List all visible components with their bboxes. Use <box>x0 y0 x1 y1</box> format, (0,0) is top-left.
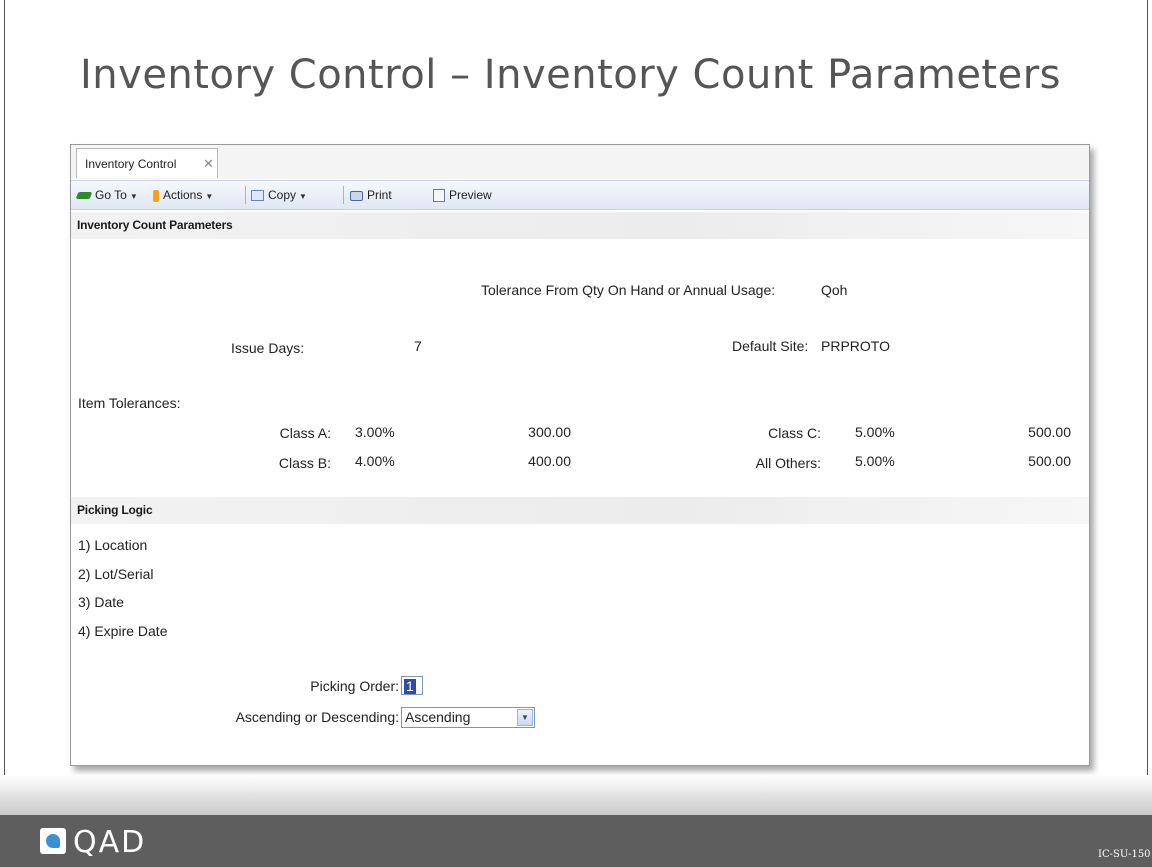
picking-item: 2) Lot/Serial <box>78 566 154 582</box>
copy-icon <box>251 190 264 202</box>
copy-button[interactable]: Copy ▼ <box>251 181 307 209</box>
chevron-down-icon: ▼ <box>129 192 138 201</box>
tab-label: Inventory Control <box>85 157 177 171</box>
class-b-pct: 4.00% <box>355 453 395 469</box>
tab-inventory-control[interactable]: Inventory Control ✕ <box>76 148 218 178</box>
preview-label: Preview <box>449 188 492 202</box>
slide-title: Inventory Control – Inventory Count Para… <box>80 52 1062 98</box>
goto-arrow-icon <box>75 192 93 200</box>
class-c-pct: 5.00% <box>855 424 895 440</box>
class-c-label: Class C: <box>768 425 821 441</box>
tab-bar: Inventory Control ✕ <box>71 145 1089 179</box>
footer: QAD IC-SU-150 <box>0 815 1152 867</box>
class-a-pct: 3.00% <box>355 424 395 440</box>
class-b-label: Class B: <box>278 455 331 471</box>
goto-label: Go To <box>95 188 127 202</box>
picking-item: 4) Expire Date <box>78 623 168 639</box>
picking-order-input[interactable]: 1 <box>401 676 423 695</box>
slide-border-right <box>1147 0 1148 805</box>
toolbar-divider <box>245 186 246 204</box>
picking-item: 3) Date <box>78 594 124 610</box>
print-label: Print <box>367 188 392 202</box>
class-b-amount: 400.00 <box>528 453 571 469</box>
picking-item: 1) Location <box>78 537 148 553</box>
class-c-amount: 500.00 <box>1028 424 1071 440</box>
default-site-value: PRPROTO <box>821 338 890 354</box>
chevron-down-icon: ▼ <box>299 192 307 201</box>
goto-button[interactable]: Go To ▼ <box>75 181 138 209</box>
picking-order-label: Picking Order: <box>310 678 399 694</box>
chevron-down-icon[interactable]: ▼ <box>517 709 533 726</box>
printer-icon <box>350 190 363 201</box>
class-a-amount: 300.00 <box>528 424 571 440</box>
actions-label: Actions <box>163 188 203 202</box>
item-tolerances-label: Item Tolerances: <box>78 395 181 411</box>
picking-order-value: 1 <box>404 678 416 694</box>
tolerance-value: Qoh <box>821 282 848 298</box>
class-a-label: Class A: <box>279 425 331 441</box>
section-header-picking-logic: Picking Logic <box>71 497 1089 524</box>
direction-label: Ascending or Descending: <box>235 709 399 725</box>
actions-button[interactable]: Actions ▼ <box>153 181 213 209</box>
print-button[interactable]: Print <box>350 181 392 209</box>
actions-bulb-icon <box>153 189 159 202</box>
qad-logo-text: QAD <box>73 825 147 860</box>
preview-icon <box>433 189 445 203</box>
preview-button[interactable]: Preview <box>433 181 492 209</box>
app-window: Inventory Control ✕ Go To ▼ Actions ▼ Copy… <box>70 144 1090 766</box>
tolerance-label: Tolerance From Qty On Hand or Annual Usa… <box>481 282 776 298</box>
toolbar-divider <box>343 186 344 204</box>
footer-fade <box>0 775 1152 815</box>
direction-select[interactable]: Ascending ▼ <box>401 707 535 728</box>
direction-value: Ascending <box>405 709 471 725</box>
toolbar: Go To ▼ Actions ▼ Copy ▼ Print Preview <box>71 180 1089 210</box>
issue-days-label: Issue Days: <box>231 340 305 356</box>
slide-code: IC-SU-150 <box>1098 849 1151 860</box>
chevron-down-icon: ▼ <box>205 192 214 201</box>
close-icon[interactable]: ✕ <box>203 149 214 179</box>
section-header-count-parameters: Inventory Count Parameters <box>71 212 1089 239</box>
all-others-amount: 500.00 <box>1028 453 1071 469</box>
all-others-label: All Others: <box>755 455 821 471</box>
slide-border-left <box>4 0 5 805</box>
qad-logo-icon <box>40 828 66 854</box>
all-others-pct: 5.00% <box>855 453 895 469</box>
default-site-label: Default Site: <box>732 338 809 354</box>
copy-label: Copy <box>268 188 297 202</box>
issue-days-value: 7 <box>414 338 422 354</box>
